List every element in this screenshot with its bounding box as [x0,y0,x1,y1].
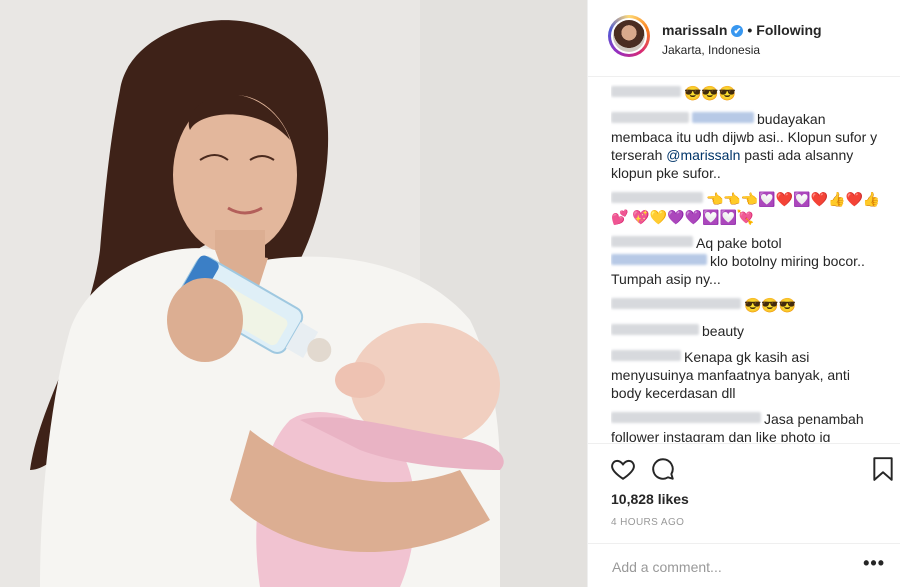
comment-text: Aq pake botol [696,235,782,251]
blurred-mention [611,254,707,265]
comment-item: beauty [611,322,881,340]
comment-text: 😎😎😎 [684,85,737,101]
comment-item: budayakan membaca itu udh dijwb asi.. Kl… [611,110,881,182]
post-timestamp[interactable]: 4 HOURS AGO [611,517,684,528]
post-actions: 10,828 likes 4 HOURS AGO [588,443,900,543]
comments-list[interactable]: 😎😎😎 budayakan membaca itu udh dijwb asi.… [611,84,881,442]
post-photo-illustration [0,0,587,587]
comment-item: Aq pake botol klo botolny miring bocor..… [611,234,881,288]
bookmark-icon[interactable] [872,456,894,487]
username-line: marissaln ✔ • Following [662,22,822,38]
comment-item: 👈👈👈💟❤️💟❤️👍❤️👍💕 💖💛💜💜💟💟💘 [611,190,881,226]
username-link[interactable]: marissaln [662,22,727,38]
blurred-username [611,112,689,123]
avatar-image [613,20,645,52]
comment-item: 😎😎😎 [611,296,881,314]
avatar[interactable] [608,15,650,57]
comment-mention-link[interactable]: @marissaln [666,147,740,163]
more-options-icon[interactable]: ••• [863,553,885,574]
blurred-username [611,236,693,247]
comment-bubble-icon[interactable] [650,456,676,487]
blurred-username [611,350,681,361]
blurred-username [611,192,703,203]
post-header: marissaln ✔ • Following Jakarta, Indonesia [588,0,900,77]
comment-input[interactable] [610,556,844,578]
post-side-panel: marissaln ✔ • Following Jakarta, Indonesia … [587,0,900,587]
comment-text: beauty [702,323,745,339]
post-photo[interactable] [0,0,587,587]
comment-item: Kenapa gk kasih asi menyusuinya manfaatn… [611,348,881,402]
likes-count[interactable]: 10,828 likes [611,491,689,507]
blurred-username [611,298,741,309]
blurred-username [611,412,761,423]
verified-badge-icon: ✔ [731,25,744,37]
location-link[interactable]: Jakarta, Indonesia [662,43,760,57]
comment-text: 😎😎😎 [744,297,797,313]
separator-dot: • [747,22,753,38]
heart-icon[interactable] [610,456,636,487]
add-comment-bar: ••• [588,543,900,587]
comment-item: Jasa penambah follower instagram dan lik… [611,410,881,442]
comment-item: 😎😎😎 [611,84,881,102]
blurred-mention [692,112,754,123]
blurred-username [611,86,681,97]
blurred-username [611,324,699,335]
following-button[interactable]: Following [756,22,821,38]
